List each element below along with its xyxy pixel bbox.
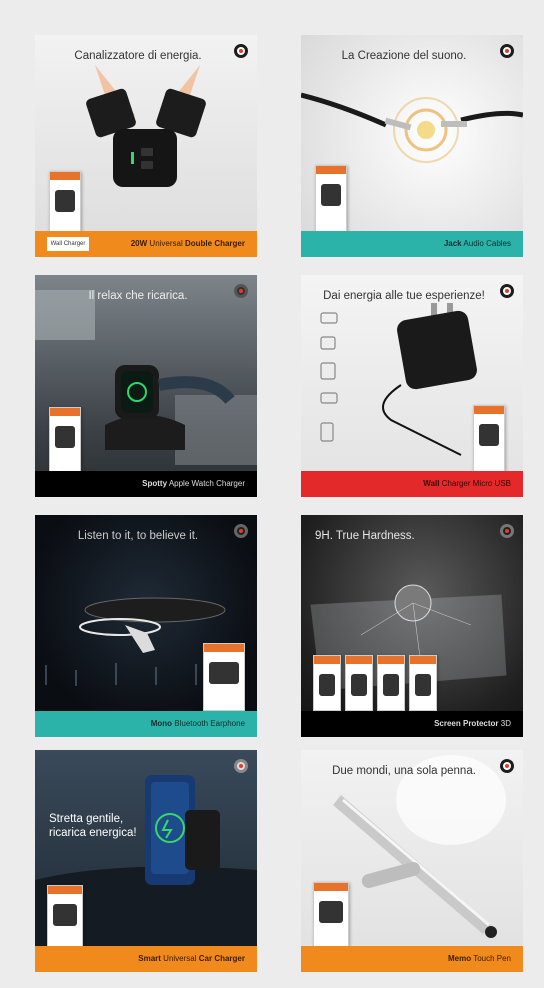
card-headline: Listen to it, to believe it.	[77, 530, 199, 542]
product-card-car-charger[interactable]: Stretta gentile, ricarica energica! Smar…	[35, 750, 257, 972]
card-caption-bar: Mono Bluetooth Earphone	[35, 711, 257, 737]
product-card-wall-charger[interactable]: Dai energia alle tue esperienze! Wall Ch…	[301, 275, 523, 497]
caption-light: Audio Cables	[461, 239, 511, 248]
caption-light: Charger Micro USB	[439, 479, 511, 488]
product-package	[313, 882, 349, 948]
brand-logo-icon	[234, 524, 248, 538]
card-caption-bar: Jack Audio Cables	[301, 231, 523, 257]
caption-light: Apple Watch Charger	[167, 479, 245, 488]
card-caption-bar: Screen Protector 3D	[301, 711, 523, 737]
brand-logo-icon	[234, 284, 248, 298]
product-card-screen-protector[interactable]: 9H. True Hardness. Screen Protector 3D	[301, 515, 523, 737]
package-stamp: Wall Charger	[47, 237, 89, 251]
card-caption-bar: Wall Charger Micro USB	[301, 471, 523, 497]
caption-bold: Jack	[443, 239, 462, 248]
caption-bold: Screen Protector	[434, 719, 499, 728]
brand-logo-icon	[234, 759, 248, 773]
caption-bold: Wall	[423, 479, 440, 488]
product-card-double-charger[interactable]: Canalizzatore di energia. 20W Universal …	[35, 35, 257, 257]
brand-logo-icon	[500, 44, 514, 58]
card-headline: Dai energia alle tue esperienze!	[323, 290, 485, 302]
caption-light: Universal	[160, 954, 199, 963]
caption-bold: Car Charger	[198, 954, 245, 963]
card-headline: Il relax che ricarica.	[88, 290, 188, 302]
product-card-apple-watch-charger[interactable]: Il relax che ricarica. Spotty Apple Watc…	[35, 275, 257, 497]
caption-light: Bluetooth Earphone	[172, 719, 245, 728]
card-caption-bar: Spotty Apple Watch Charger	[35, 471, 257, 497]
product-package	[345, 655, 373, 711]
caption-light: Touch Pen	[471, 954, 511, 963]
card-headline: Stretta gentile, ricarica energica!	[49, 813, 137, 840]
product-package	[49, 407, 81, 473]
product-package	[49, 171, 81, 233]
caption-bold: Double Charger	[184, 239, 245, 248]
product-card-bluetooth-earphone[interactable]: Listen to it, to believe it. Mono Blueto…	[35, 515, 257, 737]
brand-logo-icon	[500, 524, 514, 538]
product-package	[473, 405, 505, 473]
brand-logo-icon	[500, 284, 514, 298]
product-package	[315, 165, 347, 233]
brand-logo-icon	[234, 44, 248, 58]
caption-bold: 20W	[130, 239, 148, 248]
caption-bold: Spotty	[142, 479, 168, 488]
caption-light: Universal	[147, 239, 185, 248]
product-package	[203, 643, 245, 711]
product-card-jack-cables[interactable]: La Creazione del suono. Jack Audio Cable…	[301, 35, 523, 257]
product-package	[377, 655, 405, 711]
caption-bold: Mono	[150, 719, 173, 728]
product-card-touch-pen[interactable]: Due mondi, una sola penna. Memo Touch Pe…	[301, 750, 523, 972]
card-caption-bar: Memo Touch Pen	[301, 946, 523, 972]
caption-light: 3D	[498, 719, 511, 728]
card-headline: La Creazione del suono.	[341, 50, 467, 62]
product-package	[313, 655, 341, 711]
caption-bold: Smart	[138, 954, 161, 963]
product-package	[47, 885, 83, 949]
card-headline: Canalizzatore di energia.	[74, 50, 202, 62]
product-package	[409, 655, 437, 711]
card-headline: Due mondi, una sola penna.	[332, 765, 476, 777]
card-caption-bar: Smart Universal Car Charger	[35, 946, 257, 972]
caption-bold: Memo	[447, 954, 472, 963]
card-headline: 9H. True Hardness.	[315, 530, 415, 542]
brand-logo-icon	[500, 759, 514, 773]
